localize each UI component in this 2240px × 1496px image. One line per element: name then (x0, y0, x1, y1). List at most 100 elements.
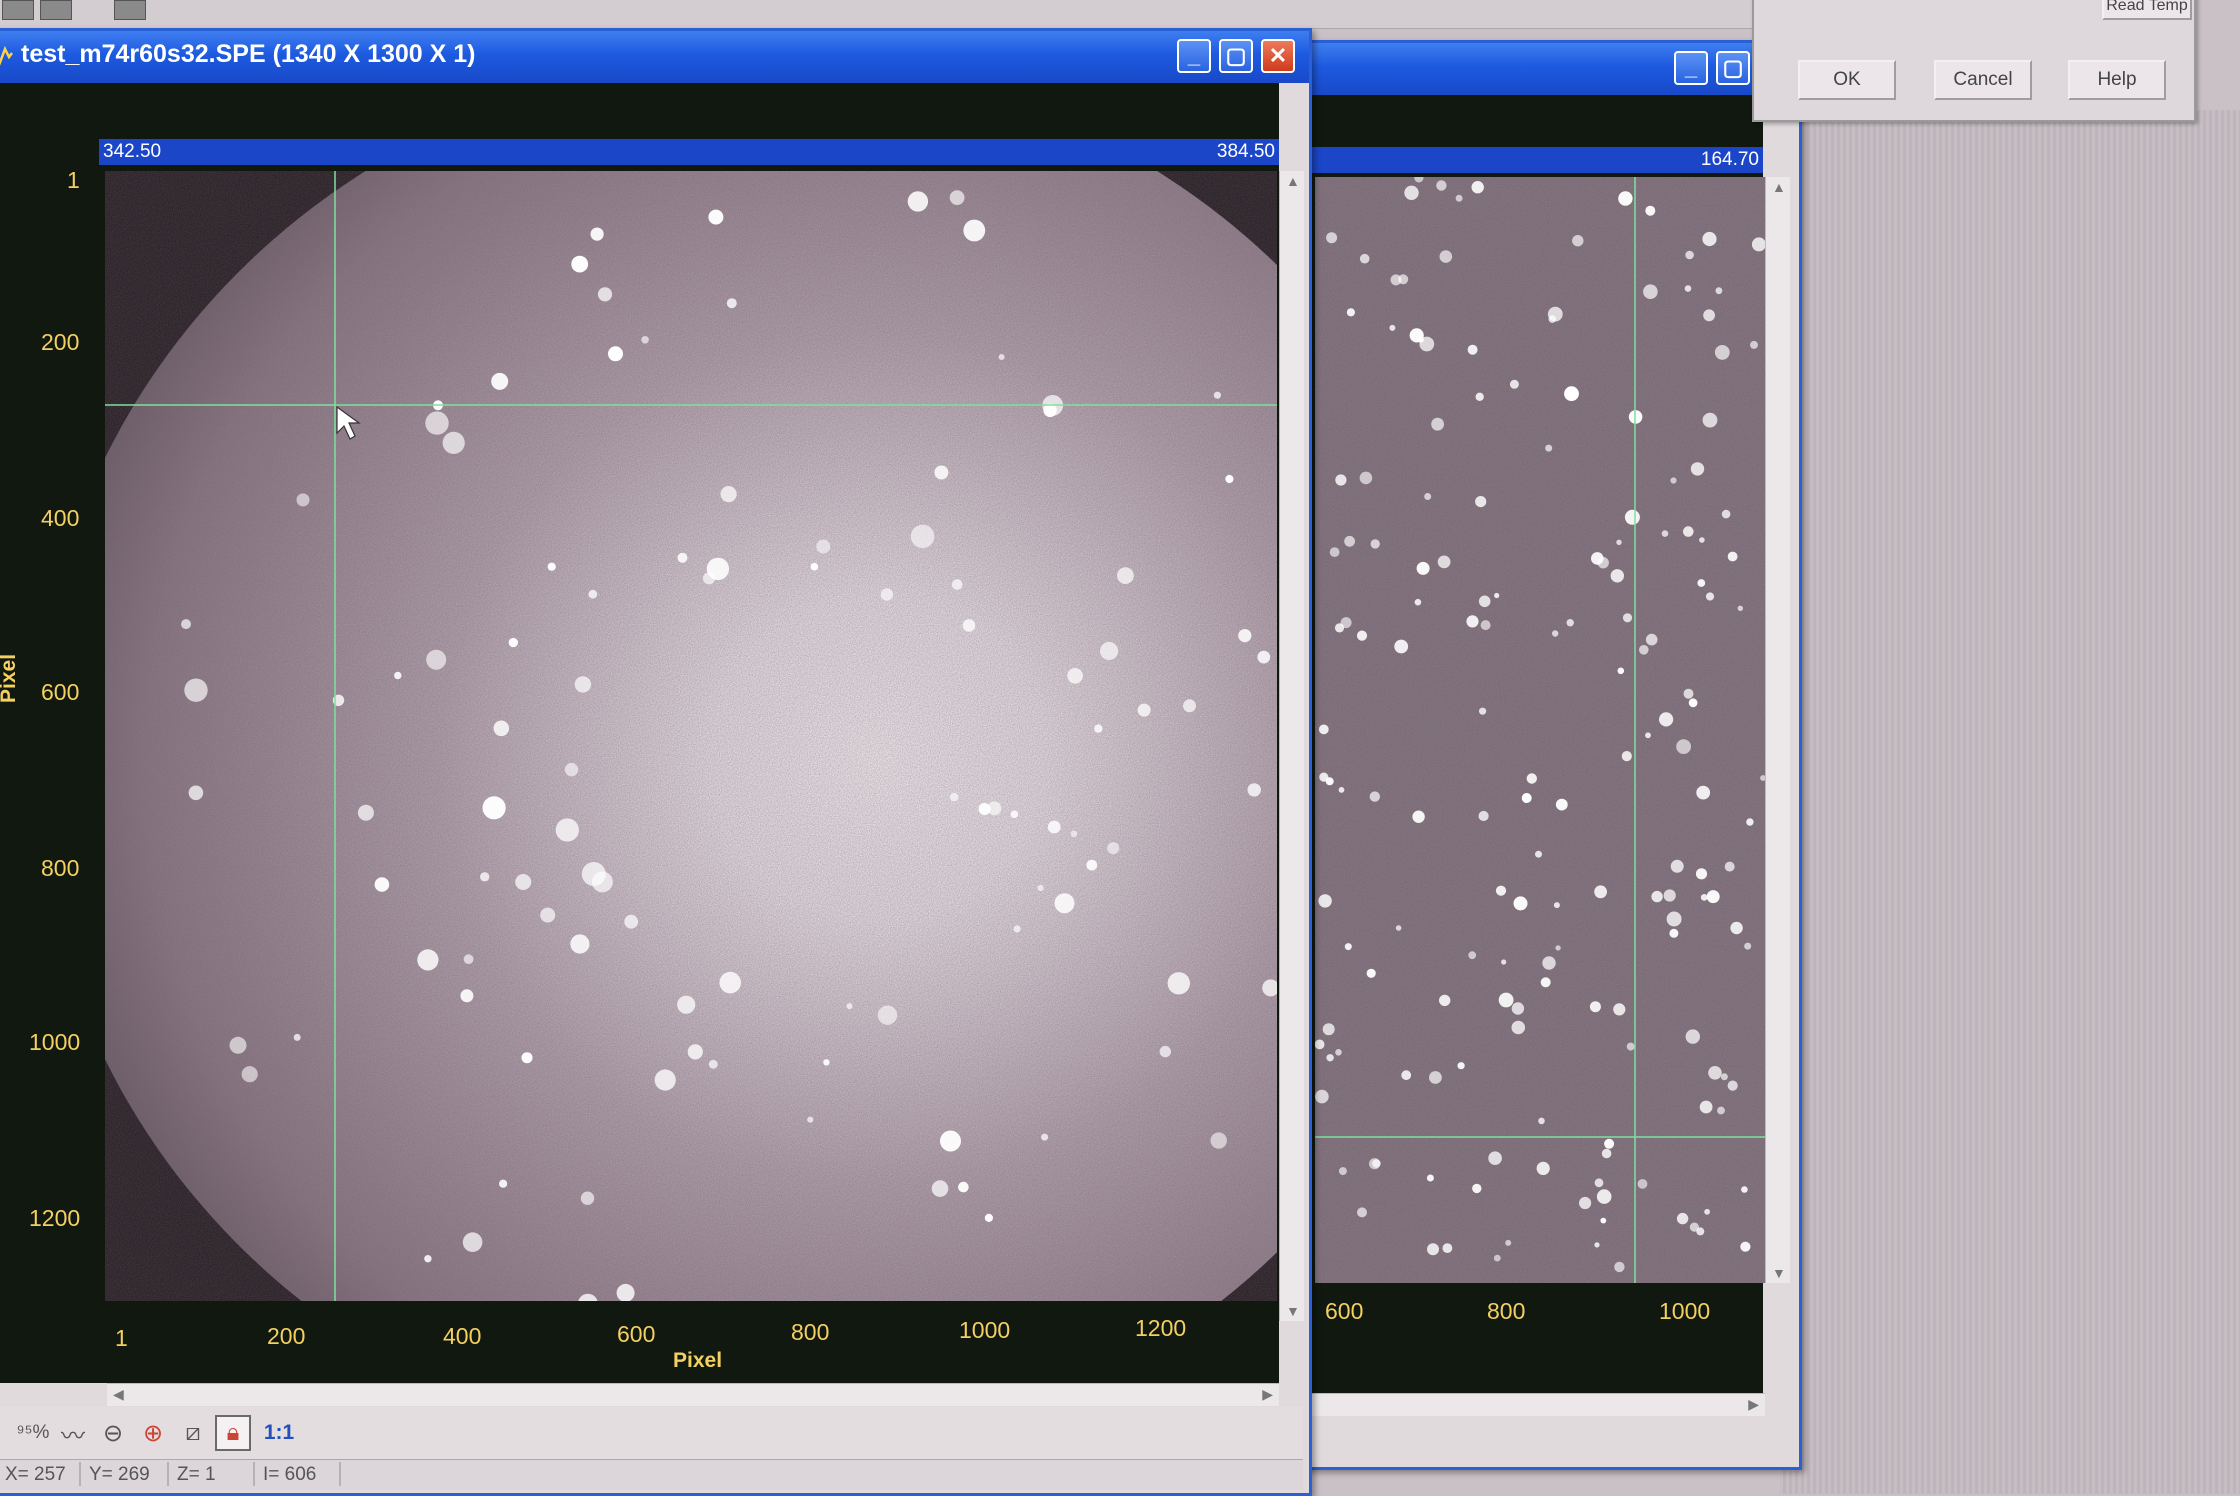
star (1070, 830, 1078, 838)
star (555, 818, 579, 842)
main-image-window[interactable]: test_m74r60s32.SPE (1340 X 1300 X 1) _ ▢… (0, 28, 1312, 1496)
star (846, 1003, 853, 1010)
star (719, 971, 741, 994)
minimize-button[interactable]: _ (1674, 51, 1708, 85)
star (1340, 617, 1352, 629)
zoom-in-icon[interactable]: ⊕ (135, 1415, 171, 1451)
star (1389, 324, 1396, 331)
maximize-button[interactable]: ▢ (1219, 39, 1253, 73)
star (1670, 859, 1684, 873)
horizontal-scrollbar[interactable]: ◀ ▶ (107, 1383, 1279, 1406)
star (1257, 650, 1271, 664)
range-min: 342.50 (103, 141, 162, 162)
star (1356, 630, 1368, 641)
read-temp-button[interactable]: Read Temp (2102, 0, 2192, 20)
star (1555, 798, 1568, 811)
scroll-down-icon[interactable]: ▼ (1772, 1265, 1786, 1281)
scroll-left-icon[interactable]: ◀ (113, 1386, 124, 1403)
status-intensity: I= 606 (263, 1464, 317, 1485)
status-separator (167, 1462, 169, 1486)
star (807, 1116, 814, 1123)
star (1645, 633, 1658, 646)
galaxy-image[interactable] (105, 171, 1277, 1301)
y-tick: 800 (41, 855, 80, 881)
star (571, 255, 589, 273)
scroll-right-icon[interactable]: ▶ (1748, 1396, 1759, 1413)
minimize-button[interactable]: _ (1177, 39, 1211, 73)
star (1344, 943, 1352, 951)
star (1225, 474, 1234, 484)
close-button[interactable]: ✕ (1261, 39, 1295, 73)
star (1741, 1186, 1748, 1193)
star (1526, 773, 1537, 784)
scroll-down-icon[interactable]: ▼ (1286, 1303, 1300, 1319)
star (374, 877, 390, 892)
star (1721, 509, 1731, 519)
x-tick: 600 (617, 1321, 656, 1347)
star (1705, 592, 1715, 601)
second-horizontal-scrollbar[interactable]: ▶ (1293, 1393, 1765, 1416)
star (1720, 1073, 1728, 1081)
histogram-icon[interactable]: ⁹⁵% (15, 1415, 51, 1451)
help-button[interactable]: Help (2068, 60, 2166, 100)
cancel-button[interactable]: Cancel (1934, 60, 2032, 100)
star (1572, 235, 1584, 247)
star (1436, 180, 1447, 191)
scroll-up-icon[interactable]: ▲ (1772, 179, 1786, 195)
star (188, 785, 204, 801)
star (1591, 552, 1604, 565)
star (1041, 1133, 1049, 1141)
star (547, 562, 556, 571)
star (1479, 707, 1487, 715)
background-app-strip (0, 0, 1760, 29)
star (570, 934, 590, 954)
star (950, 792, 959, 802)
scroll-right-icon[interactable]: ▶ (1262, 1386, 1273, 1403)
star (1335, 474, 1347, 486)
second-vertical-scrollbar[interactable]: ▲ ▼ (1765, 177, 1790, 1283)
lock-icon[interactable]: 🔒︎ (215, 1415, 251, 1451)
star (1159, 1045, 1172, 1058)
star (1398, 274, 1409, 285)
star (1604, 1138, 1615, 1149)
star (1538, 1117, 1545, 1125)
star (608, 346, 623, 362)
star (1372, 1159, 1381, 1168)
star (687, 1044, 703, 1060)
zoom-fit-icon[interactable]: ⧄ (175, 1415, 211, 1451)
star (1702, 231, 1717, 247)
y-tick: 1200 (29, 1205, 81, 1231)
star (677, 995, 696, 1014)
ok-button[interactable]: OK (1798, 60, 1896, 100)
main-window-titlebar[interactable]: test_m74r60s32.SPE (1340 X 1300 X 1) (0, 31, 1309, 83)
star (1661, 530, 1669, 537)
second-image-window[interactable]: _ ▢ 164.70 ▲ ▼ 600 800 1000 ▶ (1290, 40, 1802, 1470)
zoom-out-icon[interactable]: ⊖ (95, 1415, 131, 1451)
star (958, 1181, 969, 1193)
star (1493, 1254, 1501, 1262)
line-profile-icon[interactable]: 〰 (55, 1415, 91, 1451)
zoom-1-1-button[interactable]: 1:1 (255, 1415, 303, 1451)
star (1318, 724, 1329, 735)
star (1501, 959, 1507, 965)
star (654, 1069, 676, 1091)
star (580, 1191, 595, 1205)
second-star-field-image[interactable] (1315, 177, 1765, 1283)
star (641, 336, 649, 344)
vertical-scrollbar[interactable]: ▲ ▼ (1279, 171, 1304, 1321)
maximize-button[interactable]: ▢ (1716, 51, 1750, 85)
star (540, 907, 556, 923)
star (296, 493, 310, 507)
star (1505, 1239, 1512, 1246)
star (1013, 925, 1021, 933)
star (1414, 598, 1422, 606)
star (480, 872, 490, 882)
star (1067, 668, 1083, 684)
star (1480, 620, 1491, 631)
x-tick: 200 (267, 1323, 306, 1349)
star (1730, 921, 1743, 935)
scroll-up-icon[interactable]: ▲ (1286, 173, 1300, 189)
star (1054, 893, 1075, 914)
star (590, 227, 604, 241)
star (1540, 977, 1551, 988)
